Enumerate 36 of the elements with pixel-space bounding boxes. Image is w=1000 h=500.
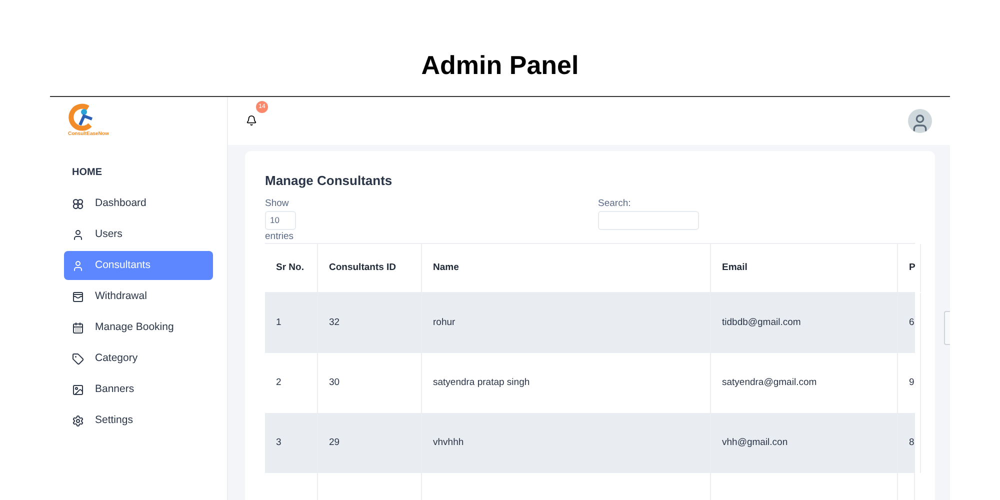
sidebar-item[interactable]: Dashboard <box>64 189 213 218</box>
table-cell: vhvhhh <box>422 413 711 473</box>
notification-button[interactable] <box>246 115 258 127</box>
sidebar-section-title: HOME <box>72 166 102 179</box>
column-header: P <box>898 244 921 292</box>
wallet-icon <box>72 290 84 302</box>
bell-icon <box>246 115 257 126</box>
tag-icon <box>72 352 84 364</box>
table-cell: 29 <box>318 413 422 473</box>
calendar-icon <box>72 322 84 334</box>
search-field[interactable] <box>598 211 699 230</box>
show-label: Show <box>265 197 289 211</box>
column-header: Sr No. <box>265 244 318 292</box>
column-header: Name <box>422 244 711 292</box>
entries-label: entries <box>265 230 294 244</box>
grid-circles-icon <box>72 198 84 210</box>
sidebar-item[interactable]: Settings <box>64 406 213 435</box>
column-header: Email <box>711 244 898 292</box>
sidebar-item[interactable]: Banners <box>64 375 213 404</box>
avatar-button[interactable] <box>908 109 932 133</box>
user-icon <box>72 228 84 240</box>
settings-icon <box>72 414 84 426</box>
sidebar-item[interactable]: Manage Booking <box>64 313 213 342</box>
search-label: Search: <box>598 197 631 211</box>
table-cell: 8 <box>898 413 921 473</box>
column-header: Consultants ID <box>318 244 422 292</box>
user-icon <box>72 260 84 272</box>
card-title: Manage Consultants <box>265 172 394 189</box>
image-icon <box>72 384 84 396</box>
sidebar-item[interactable]: Users <box>64 220 213 249</box>
table-cell: vhh@gmail.con <box>711 413 898 473</box>
sidebar-item[interactable]: Withdrawal <box>64 282 213 311</box>
sidebar-item[interactable]: Category <box>64 344 213 373</box>
page-title: Admin Panel <box>421 49 579 82</box>
entries-select[interactable]: 10 <box>265 211 296 230</box>
table-cell: 3 <box>265 413 318 473</box>
